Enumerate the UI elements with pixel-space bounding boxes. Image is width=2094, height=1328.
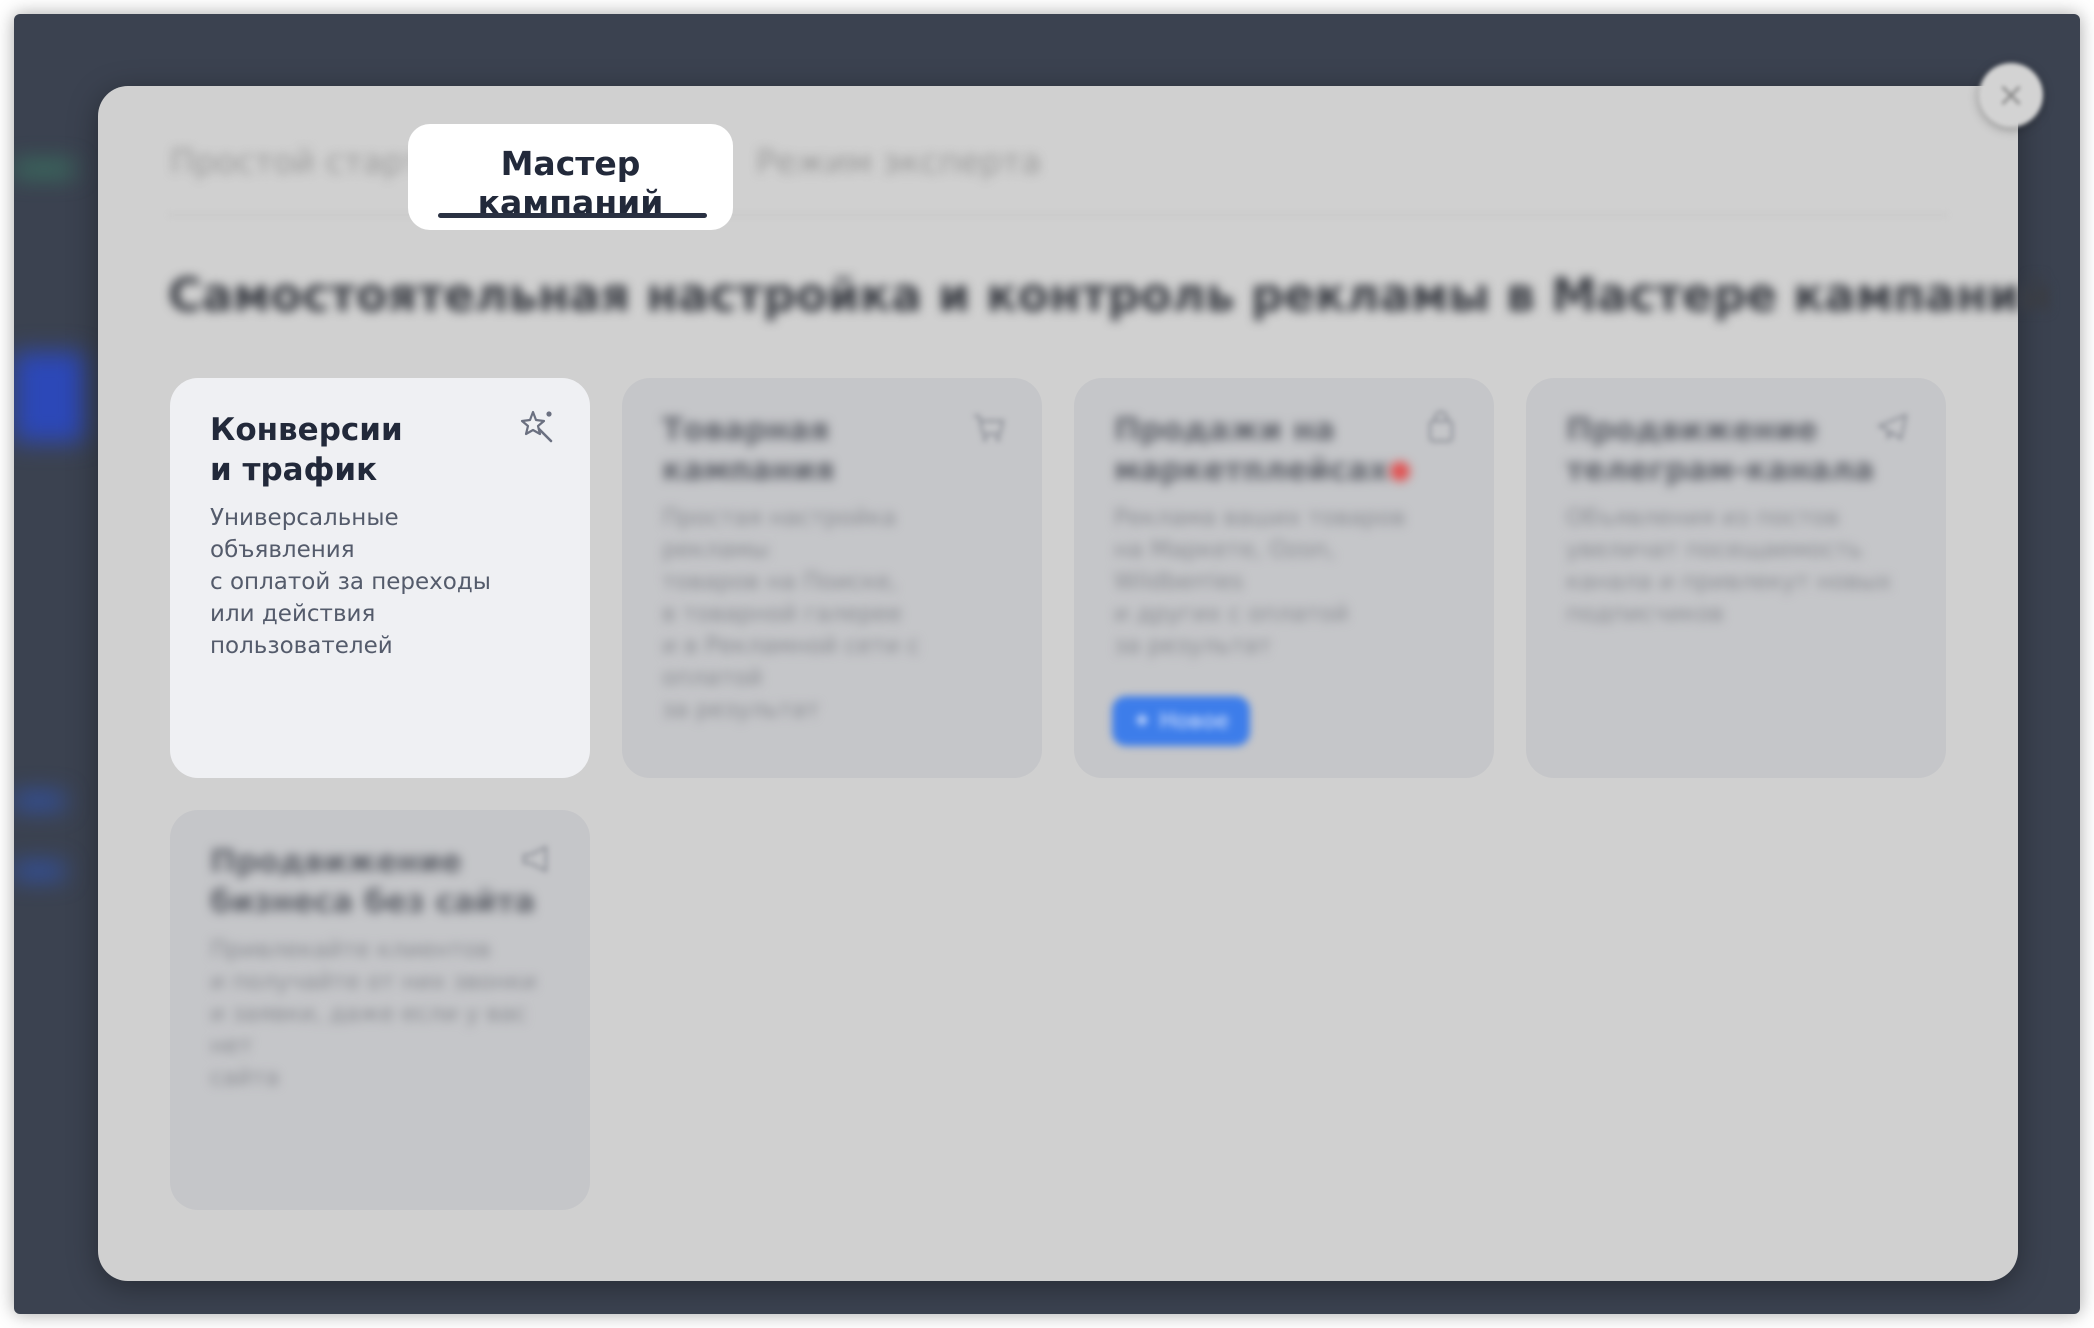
card-desc-line: канала и привлекут новых [1566, 569, 1892, 595]
card-description: Объявления из постов увеличат посещаемос… [1566, 502, 1906, 630]
card-product-campaign[interactable]: Товарная кампания Простая настройка рекл… [622, 378, 1042, 778]
card-desc-line: Простая настройка рекламы [662, 505, 897, 563]
card-content: Продвижение бизнеса без сайта Привлекайт… [210, 842, 550, 1094]
close-button[interactable]: × [1979, 63, 2043, 127]
new-badge: ✦ Новое [1112, 696, 1250, 746]
card-title-line: и трафик [210, 452, 378, 488]
star-icon: ✦ [1132, 708, 1152, 734]
card-desc-line: товаров на Поиске, [662, 569, 898, 595]
card-title-line: Конверсии [210, 412, 403, 448]
new-indicator-dot: ● [1388, 455, 1412, 485]
card-telegram-promotion[interactable]: Продвижение телеграм-канала Объявления и… [1526, 378, 1946, 778]
card-desc-line: на Маркете, Ozon, Wildberries [1114, 537, 1336, 595]
card-desc-line: сайта [210, 1065, 280, 1091]
card-title: Товарная кампания [662, 410, 1002, 490]
card-desc-line: и заявки, даже если у вас нет [210, 1001, 527, 1059]
card-content: Товарная кампания Простая настройка рекл… [662, 410, 1002, 726]
card-desc-line: Объявления из постов [1566, 505, 1840, 531]
card-title-line: маркетплейсах● [1114, 450, 1454, 490]
card-description: Привлекайте клиентов и получайте от них … [210, 934, 550, 1094]
card-title-text: маркетплейсах [1114, 452, 1389, 488]
badge-label: Новое [1159, 708, 1230, 734]
card-content: Продажи на маркетплейсах● Реклама ваших … [1114, 410, 1454, 662]
card-title: Продвижение телеграм-канала [1566, 410, 1906, 490]
card-desc-line: увеличат посещаемость [1566, 537, 1863, 563]
card-desc-line: Реклама ваших товаров [1114, 505, 1406, 531]
campaign-type-modal: Простой старт Мастер кампаний Режим эксп… [98, 86, 2052, 1281]
card-marketplace-sales[interactable]: Продажи на маркетплейсах● Реклама ваших … [1074, 378, 1494, 778]
cart-icon [974, 414, 1005, 442]
card-title-line: кампания [662, 452, 835, 488]
card-desc-line: за результат [662, 697, 820, 723]
telegram-icon [1877, 413, 1908, 441]
tab-label: Мастер кампаний [477, 144, 664, 222]
card-title-line: Продвижение [210, 844, 462, 880]
card-desc-line: в товарной галерее [662, 601, 902, 627]
tab-expert-mode[interactable]: Режим эксперта [756, 142, 1041, 181]
megaphone-icon [522, 845, 548, 873]
card-description: Универсальные объявления с оплатой за пе… [210, 502, 550, 662]
close-icon: × [1996, 75, 2026, 115]
card-desc-line: за результат [1114, 633, 1272, 659]
card-conversions-traffic[interactable]: Конверсии и трафик Универсальные объявле… [170, 378, 590, 778]
card-desc-line: Универсальные объявления [210, 505, 399, 563]
card-business-without-site[interactable]: Продвижение бизнеса без сайта Привлекайт… [170, 810, 590, 1210]
card-title-line: Товарная [662, 412, 830, 448]
card-content: Продвижение телеграм-канала Объявления и… [1566, 410, 1906, 630]
card-desc-line: и в Рекламной сети с оплатой [662, 633, 920, 691]
card-title-line: бизнеса без сайта [210, 884, 536, 920]
card-desc-line: подписчиков [1566, 601, 1724, 627]
card-desc-line: Привлекайте клиентов [210, 937, 491, 963]
card-description: Реклама ваших товаров на Маркете, Ozon, … [1114, 502, 1454, 662]
page-title: Самостоятельная настройка и контроль рек… [168, 268, 2053, 322]
card-desc-line: и получайте от них звонки [210, 969, 537, 995]
card-title-line: Продвижение [1566, 412, 1818, 448]
card-title: Продажи на маркетплейсах● [1114, 410, 1454, 490]
card-desc-line: с оплатой за переходы [210, 569, 491, 595]
tab-active-indicator [438, 213, 707, 218]
magic-wand-icon [520, 410, 553, 443]
card-desc-line: и других с оплатой [1114, 601, 1349, 627]
card-title: Продвижение бизнеса без сайта [210, 842, 550, 922]
card-description: Простая настройка рекламы товаров на Пои… [662, 502, 1002, 726]
card-title-line: телеграм-канала [1566, 452, 1875, 488]
tab-campaign-master[interactable]: Мастер кампаний [408, 124, 733, 230]
app-window: Простой старт Мастер кампаний Режим эксп… [14, 14, 2080, 1314]
card-title-line: Продажи на [1114, 412, 1336, 448]
shopping-bag-icon [1428, 410, 1454, 443]
card-title: Конверсии и трафик [210, 410, 550, 490]
card-desc-line: или действия пользователей [210, 601, 393, 659]
tab-simple-start[interactable]: Простой старт [170, 142, 423, 181]
